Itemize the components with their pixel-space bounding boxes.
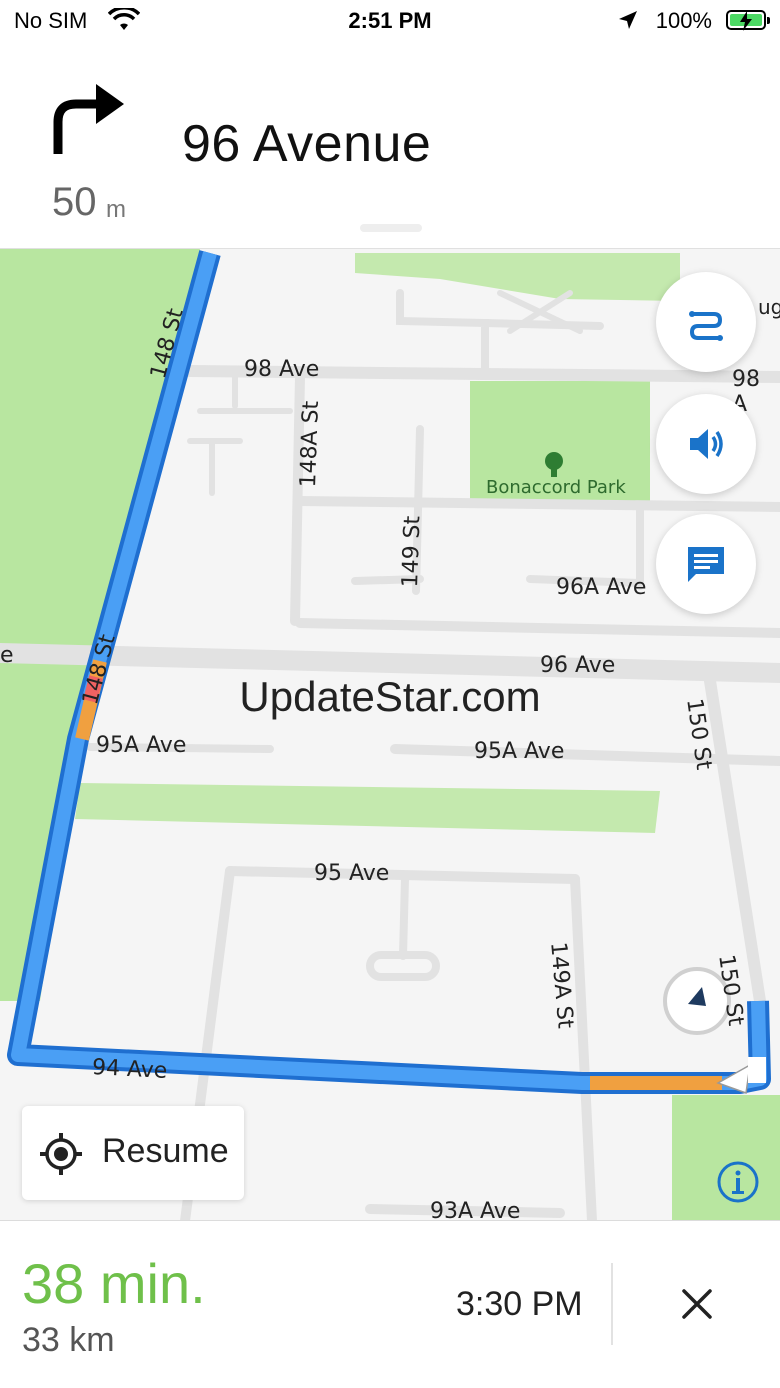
- status-bar: No SIM 2:51 PM 100%: [0, 0, 780, 44]
- turn-distance-unit: m: [106, 196, 126, 223]
- label-148-st-top: 148 St: [146, 305, 189, 382]
- battery-percent: 100%: [655, 8, 712, 33]
- trip-summary-panel[interactable]: 38 min. 33 km 3:30 PM: [0, 1220, 780, 1388]
- sound-button[interactable]: [656, 394, 756, 494]
- route-options-button[interactable]: [656, 272, 756, 372]
- next-street-name: 96 Avenue: [182, 115, 432, 173]
- arrival-time: 3:30 PM: [456, 1285, 583, 1323]
- label-94-ave: 94 Ave: [91, 1055, 168, 1084]
- label-bonaccord-park: Bonaccord Park: [486, 477, 626, 498]
- label-98-ave: 98 Ave: [244, 357, 320, 382]
- label-149a-st: 149A St: [545, 941, 578, 1030]
- recenter-target-icon: [40, 1133, 82, 1175]
- label-150-st-bottom: 150 St: [713, 953, 748, 1028]
- navigation-header: 50 m 96 Avenue: [0, 44, 780, 248]
- route-options-icon: [689, 311, 723, 341]
- label-edge-e: e: [0, 643, 14, 668]
- turn-distance-value: 50: [52, 180, 97, 224]
- label-96a-ave: 96A Ave: [556, 575, 647, 600]
- battery-icon: [726, 10, 770, 31]
- message-icon: [688, 547, 724, 582]
- close-icon[interactable]: [670, 1277, 724, 1331]
- label-148a-st: 148A St: [296, 400, 325, 488]
- location-arrow-icon: [619, 11, 637, 29]
- label-95a-ave-left: 95A Ave: [96, 733, 187, 758]
- speaker-icon: [690, 429, 723, 459]
- label-93a-ave: 93A Ave: [430, 1199, 521, 1221]
- map-labels: 148 St 98 Ave 98 A 148A St Bonaccord Par…: [0, 249, 780, 1221]
- label-95-ave: 95 Ave: [314, 861, 390, 886]
- panel-divider: [611, 1263, 613, 1345]
- distance-remaining: 33 km: [22, 1321, 115, 1359]
- map-view[interactable]: 148 St 98 Ave 98 A 148A St Bonaccord Par…: [0, 248, 780, 1221]
- drag-handle[interactable]: [360, 224, 422, 232]
- label-edge-ug: ug: [758, 295, 780, 319]
- eta-minutes: 38 min.: [22, 1252, 206, 1315]
- turn-right-icon: [53, 84, 124, 154]
- label-149-st: 149 St: [398, 515, 426, 588]
- info-icon[interactable]: [716, 1160, 760, 1204]
- resume-label: Resume: [102, 1132, 229, 1170]
- resume-button[interactable]: Resume: [22, 1106, 244, 1200]
- label-95a-ave-right: 95A Ave: [474, 739, 565, 764]
- watermark-text: UpdateStar.com: [239, 673, 541, 720]
- report-button[interactable]: [656, 514, 756, 614]
